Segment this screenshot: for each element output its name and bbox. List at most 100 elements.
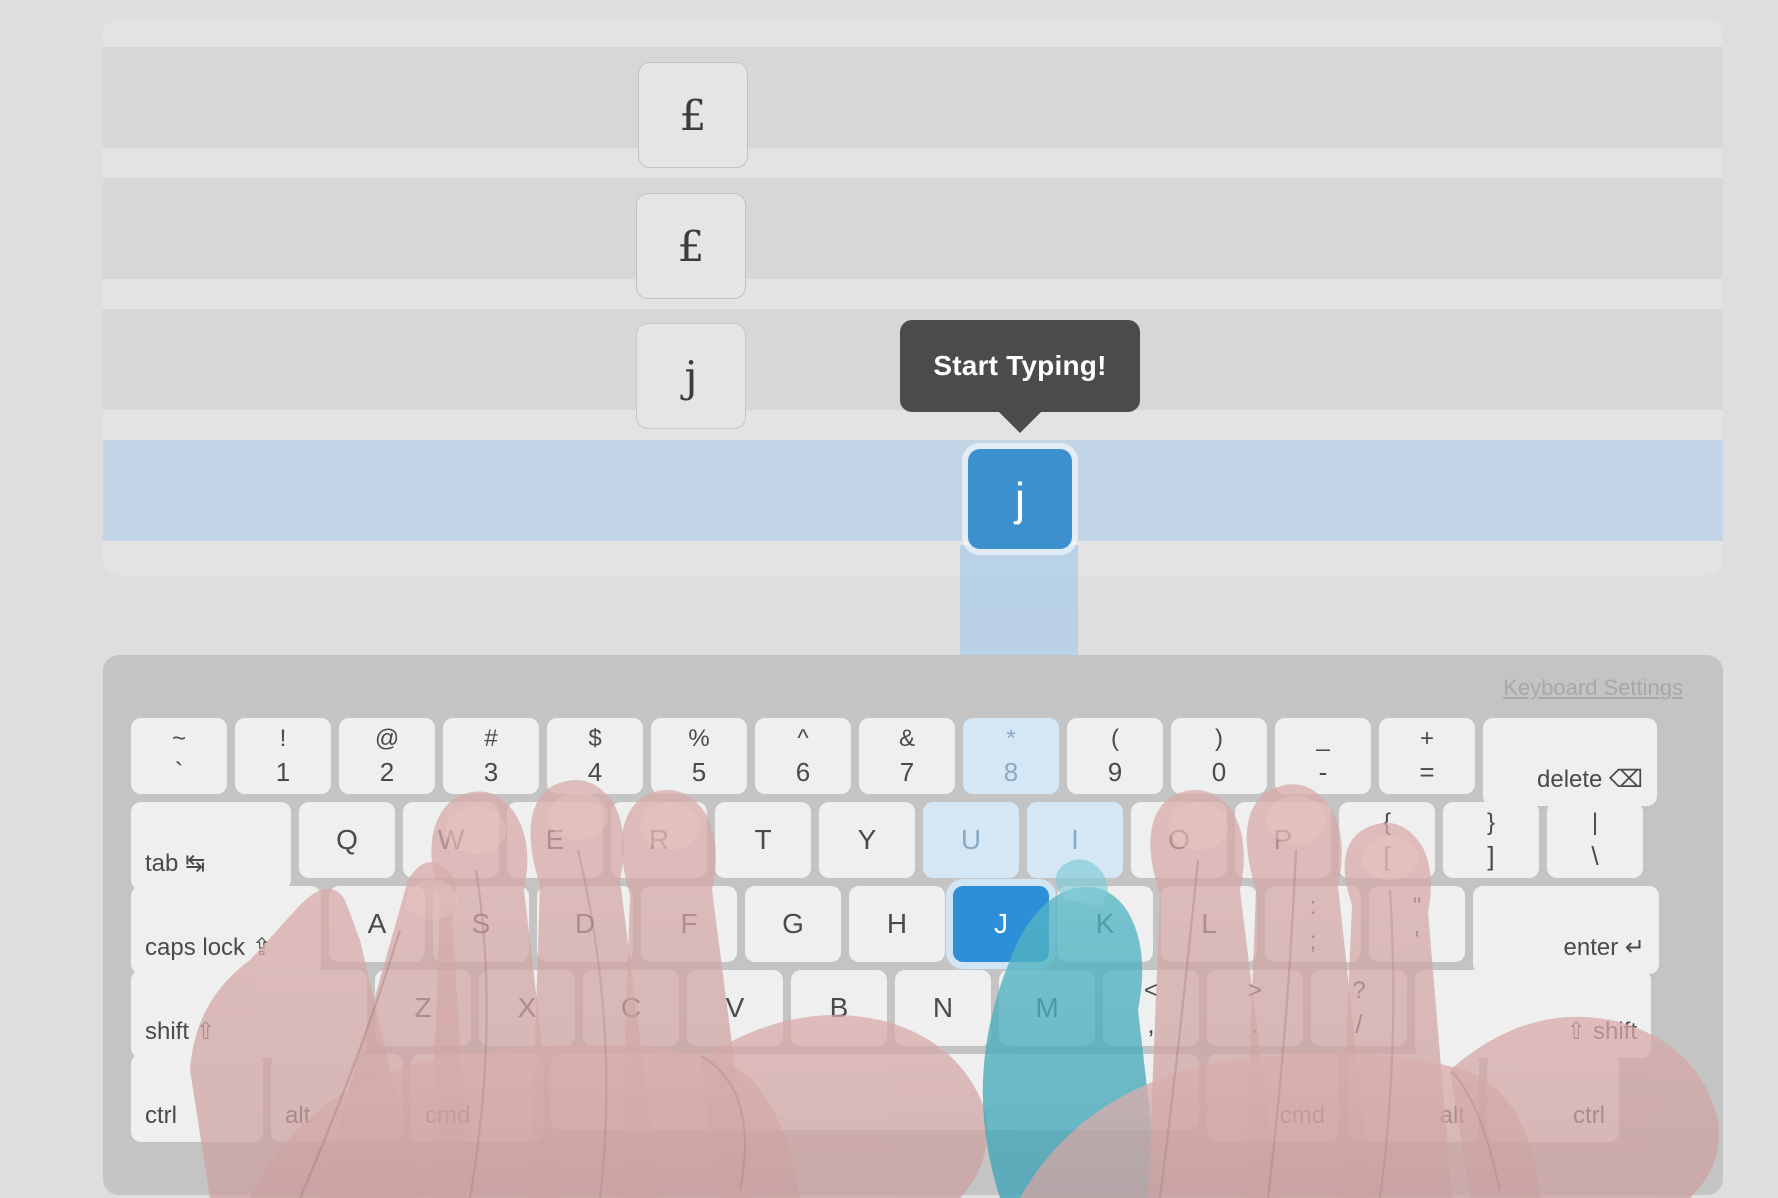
- key-6[interactable]: ^ 6: [755, 718, 851, 794]
- key-5[interactable]: % 5: [651, 718, 747, 794]
- key-ctrl-right[interactable]: ctrl: [1487, 1054, 1619, 1142]
- key-label: N: [932, 992, 954, 1023]
- key-label: V: [725, 992, 745, 1023]
- key-j[interactable]: J: [953, 886, 1049, 962]
- key-base-char: 0: [1211, 756, 1227, 787]
- key-base-char: 1: [275, 756, 291, 787]
- key-r[interactable]: R: [611, 802, 707, 878]
- key-base-char: 5: [691, 756, 707, 787]
- key-dual-label: _ -: [1316, 726, 1329, 786]
- key-dual-label: $4: [588, 726, 602, 786]
- key-base-char: -: [1318, 756, 1328, 787]
- key-base-char: 6: [795, 756, 811, 787]
- key-shift-char: {: [1382, 809, 1391, 836]
- key-a[interactable]: A: [329, 886, 425, 962]
- key-dual-label: ~ `: [172, 726, 186, 786]
- key-1[interactable]: ! 1: [235, 718, 331, 794]
- key-equals[interactable]: + =: [1379, 718, 1475, 794]
- key-s[interactable]: S: [433, 886, 529, 962]
- key-p[interactable]: P: [1235, 802, 1331, 878]
- key-w[interactable]: W: [403, 802, 499, 878]
- lesson-char-tile-2: £: [636, 193, 746, 299]
- key-t[interactable]: T: [715, 802, 811, 878]
- key-4[interactable]: $4: [547, 718, 643, 794]
- key-o[interactable]: O: [1131, 802, 1227, 878]
- key-comma[interactable]: <,: [1103, 970, 1199, 1046]
- key-cmd-right[interactable]: cmd: [1207, 1054, 1339, 1142]
- key-backslash[interactable]: | \: [1547, 802, 1643, 878]
- key-backtick[interactable]: ~ `: [131, 718, 227, 794]
- key-base-char: ]: [1487, 840, 1495, 871]
- key-dual-label: {[: [1383, 810, 1391, 870]
- keyboard-settings-link[interactable]: Keyboard Settings: [1503, 675, 1683, 701]
- key-c[interactable]: C: [583, 970, 679, 1046]
- key-z[interactable]: Z: [375, 970, 471, 1046]
- key-label: ctrl: [145, 1102, 177, 1129]
- key-shift-char: &: [898, 725, 915, 752]
- key-tab[interactable]: tab ↹: [131, 802, 291, 890]
- key-alt-right[interactable]: alt: [1347, 1054, 1479, 1142]
- key-e[interactable]: E: [507, 802, 603, 878]
- keyboard-row-top-letter-row: tab ↹ Q W E R T Y U I O P {[}] | \: [131, 802, 1659, 890]
- key-x[interactable]: X: [479, 970, 575, 1046]
- key-label: K: [1095, 908, 1115, 939]
- key-label: Z: [414, 992, 432, 1023]
- key-g[interactable]: G: [745, 886, 841, 962]
- key-f[interactable]: F: [641, 886, 737, 962]
- key-cmd-left[interactable]: cmd: [411, 1054, 543, 1142]
- key-base-char: 7: [899, 756, 915, 787]
- key-m[interactable]: M: [999, 970, 1095, 1046]
- key-base-char: ,: [1147, 1008, 1155, 1039]
- key-dual-label: + =: [1419, 726, 1434, 786]
- key-h[interactable]: H: [849, 886, 945, 962]
- key-shift-char: +: [1419, 725, 1434, 752]
- key-label: R: [648, 824, 670, 855]
- key-2[interactable]: @2: [339, 718, 435, 794]
- key-enter[interactable]: enter ↵: [1473, 886, 1659, 974]
- key-label: shift ⇧: [145, 1018, 216, 1045]
- key-shift-char: ?: [1352, 977, 1366, 1004]
- key-caps-lock[interactable]: caps lock ⇪: [131, 886, 321, 974]
- key-shift-right[interactable]: ⇧ shift: [1415, 970, 1651, 1058]
- key-b[interactable]: B: [791, 970, 887, 1046]
- key-alt-left[interactable]: alt: [271, 1054, 403, 1142]
- key-base-char: `: [174, 756, 184, 787]
- key-k[interactable]: K: [1057, 886, 1153, 962]
- key-base-char: ;: [1309, 924, 1317, 955]
- key-shift-char: $: [588, 725, 602, 752]
- key-y[interactable]: Y: [819, 802, 915, 878]
- key-d[interactable]: D: [537, 886, 633, 962]
- key-shift-char: ^: [797, 725, 809, 752]
- key-dual-label: >.: [1248, 978, 1262, 1038]
- key-bracket-right[interactable]: }]: [1443, 802, 1539, 878]
- key-n[interactable]: N: [895, 970, 991, 1046]
- key-label: cmd: [425, 1102, 471, 1129]
- key-shift-char: %: [688, 725, 710, 752]
- key-period[interactable]: >.: [1207, 970, 1303, 1046]
- key-bracket-left[interactable]: {[: [1339, 802, 1435, 878]
- key-0[interactable]: ) 0: [1171, 718, 1267, 794]
- key-label: delete ⌫: [1537, 766, 1643, 793]
- key-9[interactable]: (9: [1067, 718, 1163, 794]
- key-ctrl-left[interactable]: ctrl: [131, 1054, 263, 1142]
- key-v[interactable]: V: [687, 970, 783, 1046]
- key-quote[interactable]: " ': [1369, 886, 1465, 962]
- key-q[interactable]: Q: [299, 802, 395, 878]
- key-base-char: /: [1355, 1008, 1363, 1039]
- key-space[interactable]: [551, 1054, 1199, 1130]
- key-8[interactable]: * 8: [963, 718, 1059, 794]
- lesson-text-panel: £ £ j: [103, 20, 1723, 575]
- lesson-line-4-active: [103, 440, 1723, 541]
- key-shift-left[interactable]: shift ⇧: [131, 970, 367, 1058]
- key-base-char: 4: [587, 756, 603, 787]
- key-i[interactable]: I: [1027, 802, 1123, 878]
- key-slash[interactable]: ? /: [1311, 970, 1407, 1046]
- key-u[interactable]: U: [923, 802, 1019, 878]
- key-l[interactable]: L: [1161, 886, 1257, 962]
- key-minus[interactable]: _ -: [1275, 718, 1371, 794]
- key-7[interactable]: & 7: [859, 718, 955, 794]
- key-semicolon[interactable]: :;: [1265, 886, 1361, 962]
- key-delete[interactable]: delete ⌫: [1483, 718, 1657, 806]
- key-3[interactable]: #3: [443, 718, 539, 794]
- key-dual-label: }]: [1487, 810, 1495, 870]
